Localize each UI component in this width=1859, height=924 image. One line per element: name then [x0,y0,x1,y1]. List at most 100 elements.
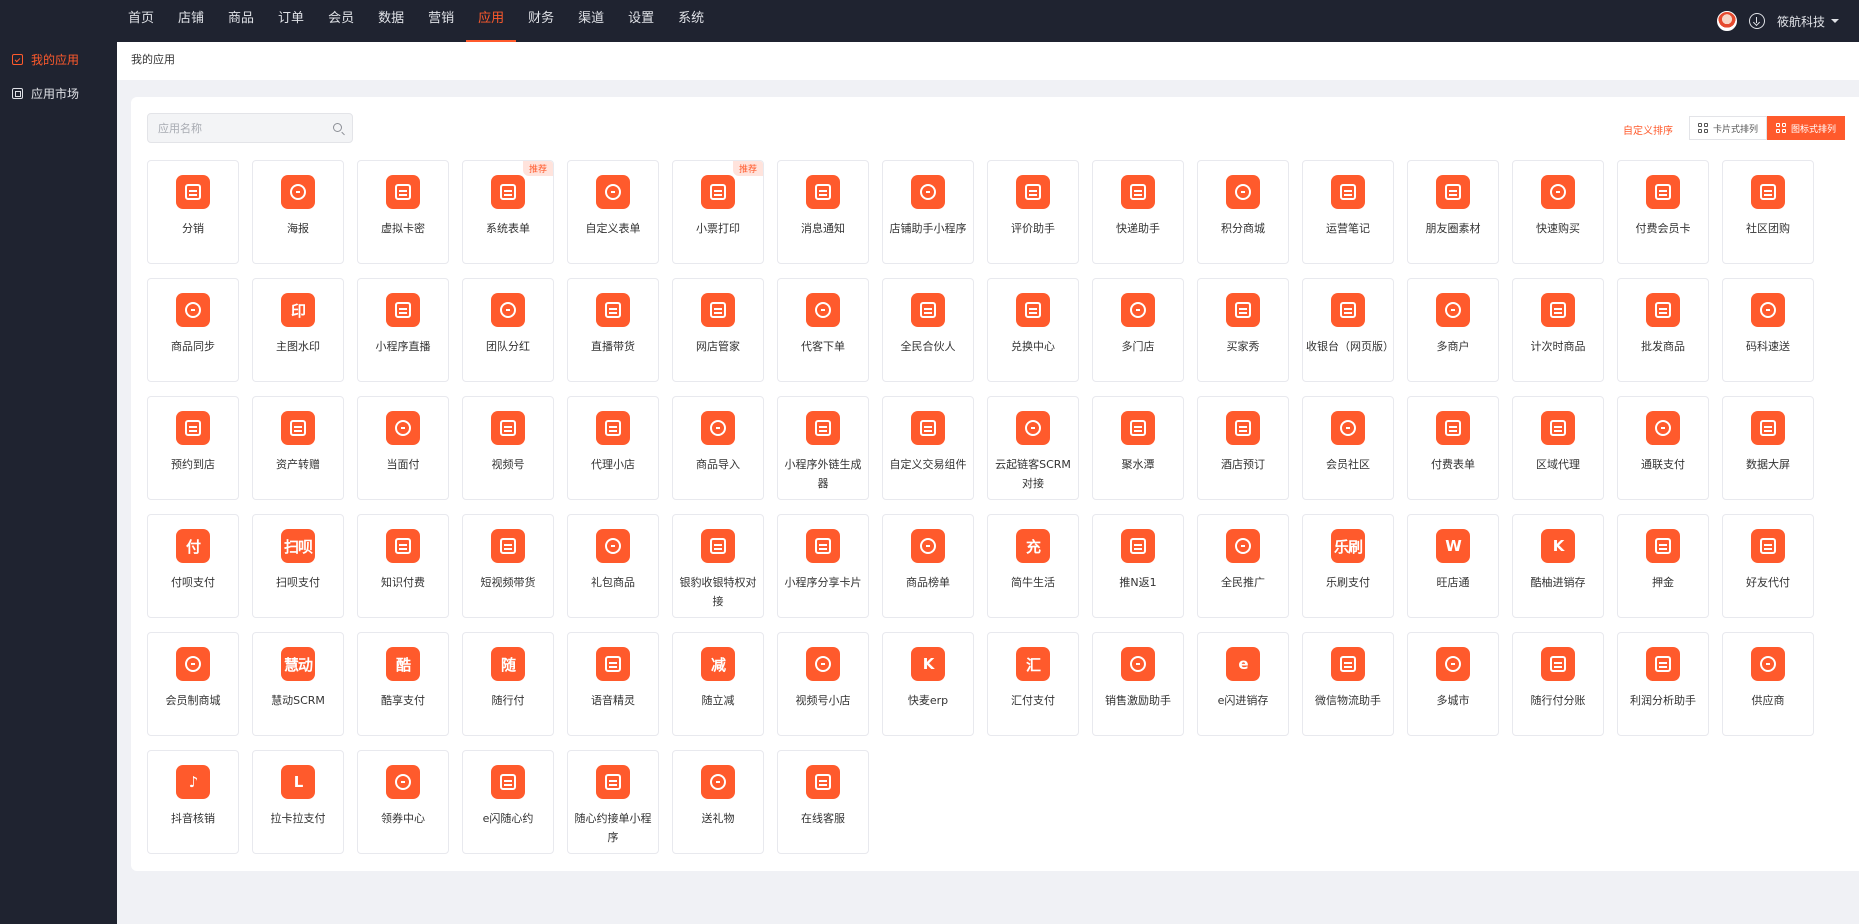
sidebar-item[interactable]: 应用市场 [0,76,117,110]
app-card[interactable]: 银豹收银特权对接 [672,514,764,618]
app-card[interactable]: 商品同步 [147,278,239,382]
nav-item[interactable]: 营销 [416,0,466,42]
app-card[interactable]: 在线客服 [777,750,869,854]
app-card[interactable]: 减随立减 [672,632,764,736]
app-card[interactable]: 多商户 [1407,278,1499,382]
app-card[interactable]: 随行付分账 [1512,632,1604,736]
app-card[interactable]: 付费表单 [1407,396,1499,500]
app-card[interactable]: 兑换中心 [987,278,1079,382]
app-card[interactable]: 送礼物 [672,750,764,854]
app-card[interactable]: K 酷柚进销存 [1512,514,1604,618]
app-card[interactable]: 充简牛生活 [987,514,1079,618]
app-card[interactable]: 小程序外链生成器 [777,396,869,500]
nav-item[interactable]: 系统 [666,0,716,42]
app-card[interactable]: 小程序分享卡片 [777,514,869,618]
app-card[interactable]: 数据大屏 [1722,396,1814,500]
app-card[interactable]: 积分商城 [1197,160,1289,264]
app-card[interactable]: 汇汇付支付 [987,632,1079,736]
app-card[interactable]: e e闪进销存 [1197,632,1289,736]
card-view-button[interactable]: 卡片式排列 [1689,116,1768,140]
icon-view-button[interactable]: 图标式排列 [1767,116,1846,140]
app-card[interactable]: 押金 [1617,514,1709,618]
app-card[interactable]: 通联支付 [1617,396,1709,500]
nav-item[interactable]: 商品 [216,0,266,42]
download-icon[interactable] [1748,13,1765,29]
app-card[interactable]: 付费会员卡 [1617,160,1709,264]
app-card[interactable]: 商品导入 [672,396,764,500]
app-card[interactable]: 会员制商城 [147,632,239,736]
nav-item[interactable]: 店铺 [166,0,216,42]
nav-item[interactable]: 应用 [466,0,517,42]
app-card[interactable]: 付付呗支付 [147,514,239,618]
app-card[interactable]: 礼包商品 [567,514,659,618]
nav-item[interactable]: 订单 [266,0,316,42]
app-card[interactable]: 分销 [147,160,239,264]
app-card[interactable]: 代理小店 [567,396,659,500]
app-card[interactable]: 供应商 [1722,632,1814,736]
app-card[interactable]: L 拉卡拉支付 [252,750,344,854]
app-card[interactable]: 区域代理 [1512,396,1604,500]
nav-item[interactable]: 数据 [366,0,416,42]
app-card[interactable]: 朋友圈素材 [1407,160,1499,264]
sidebar-item[interactable]: 我的应用 [0,42,117,76]
app-card[interactable]: 虚拟卡密 [357,160,449,264]
app-card[interactable]: 推N返1 [1092,514,1184,618]
app-card[interactable]: 自定义交易组件 [882,396,974,500]
app-card[interactable]: 团队分红 [462,278,554,382]
app-card[interactable]: 领券中心 [357,750,449,854]
app-card[interactable]: 系统表单 推荐 [462,160,554,264]
app-card[interactable]: 随随行付 [462,632,554,736]
app-card[interactable]: 自定义表单 [567,160,659,264]
search-icon[interactable] [333,123,342,132]
app-card[interactable]: 快递助手 [1092,160,1184,264]
app-card[interactable]: 代客下单 [777,278,869,382]
app-card[interactable]: 快速购买 [1512,160,1604,264]
app-card[interactable]: 买家秀 [1197,278,1289,382]
app-card[interactable]: 批发商品 [1617,278,1709,382]
app-card[interactable]: 小票打印 推荐 [672,160,764,264]
app-card[interactable]: K 快麦erp [882,632,974,736]
app-card[interactable]: 语音精灵 [567,632,659,736]
app-card[interactable]: 全民推广 [1197,514,1289,618]
app-card[interactable]: 计次时商品 [1512,278,1604,382]
app-card[interactable]: 乐刷 乐刷支付 [1302,514,1394,618]
app-card[interactable]: e闪随心约 [462,750,554,854]
search-input[interactable] [148,114,318,142]
app-card[interactable]: 当面付 [357,396,449,500]
app-card[interactable]: 短视频带货 [462,514,554,618]
company-menu[interactable]: 筱航科技 [1777,13,1839,30]
app-card[interactable]: 社区团购 [1722,160,1814,264]
avatar[interactable] [1716,11,1737,31]
app-card[interactable]: 多门店 [1092,278,1184,382]
app-card[interactable]: 随心约接单小程序 [567,750,659,854]
app-card[interactable]: 好友代付 [1722,514,1814,618]
app-card[interactable]: 慧动 慧动SCRM [252,632,344,736]
app-card[interactable]: 视频号 [462,396,554,500]
app-card[interactable]: 码科速送 [1722,278,1814,382]
nav-item[interactable]: 设置 [616,0,666,42]
nav-item[interactable]: 财务 [516,0,566,42]
app-card[interactable]: 扫呗 扫呗支付 [252,514,344,618]
app-card[interactable]: 全民合伙人 [882,278,974,382]
app-card[interactable]: 评价助手 [987,160,1079,264]
app-card[interactable]: 酷酷享支付 [357,632,449,736]
app-card[interactable]: 微信物流助手 [1302,632,1394,736]
app-card[interactable]: W 旺店通 [1407,514,1499,618]
app-card[interactable]: 多城市 [1407,632,1499,736]
app-card[interactable]: 商品榜单 [882,514,974,618]
app-card[interactable]: 云起链客SCRM对接 [987,396,1079,500]
app-card[interactable]: 直播带货 [567,278,659,382]
app-card[interactable]: 资产转赠 [252,396,344,500]
app-card[interactable]: 收银台（网页版） [1302,278,1394,382]
app-card[interactable]: 聚水潭 [1092,396,1184,500]
app-card[interactable]: 小程序直播 [357,278,449,382]
app-card[interactable]: 店铺助手小程序 [882,160,974,264]
nav-item[interactable]: 渠道 [566,0,616,42]
app-card[interactable]: 运营笔记 [1302,160,1394,264]
app-card[interactable]: 预约到店 [147,396,239,500]
app-card[interactable]: 酒店预订 [1197,396,1289,500]
app-card[interactable]: 知识付费 [357,514,449,618]
app-card[interactable]: 销售激励助手 [1092,632,1184,736]
app-card[interactable]: 视频号小店 [777,632,869,736]
app-card[interactable]: 网店管家 [672,278,764,382]
